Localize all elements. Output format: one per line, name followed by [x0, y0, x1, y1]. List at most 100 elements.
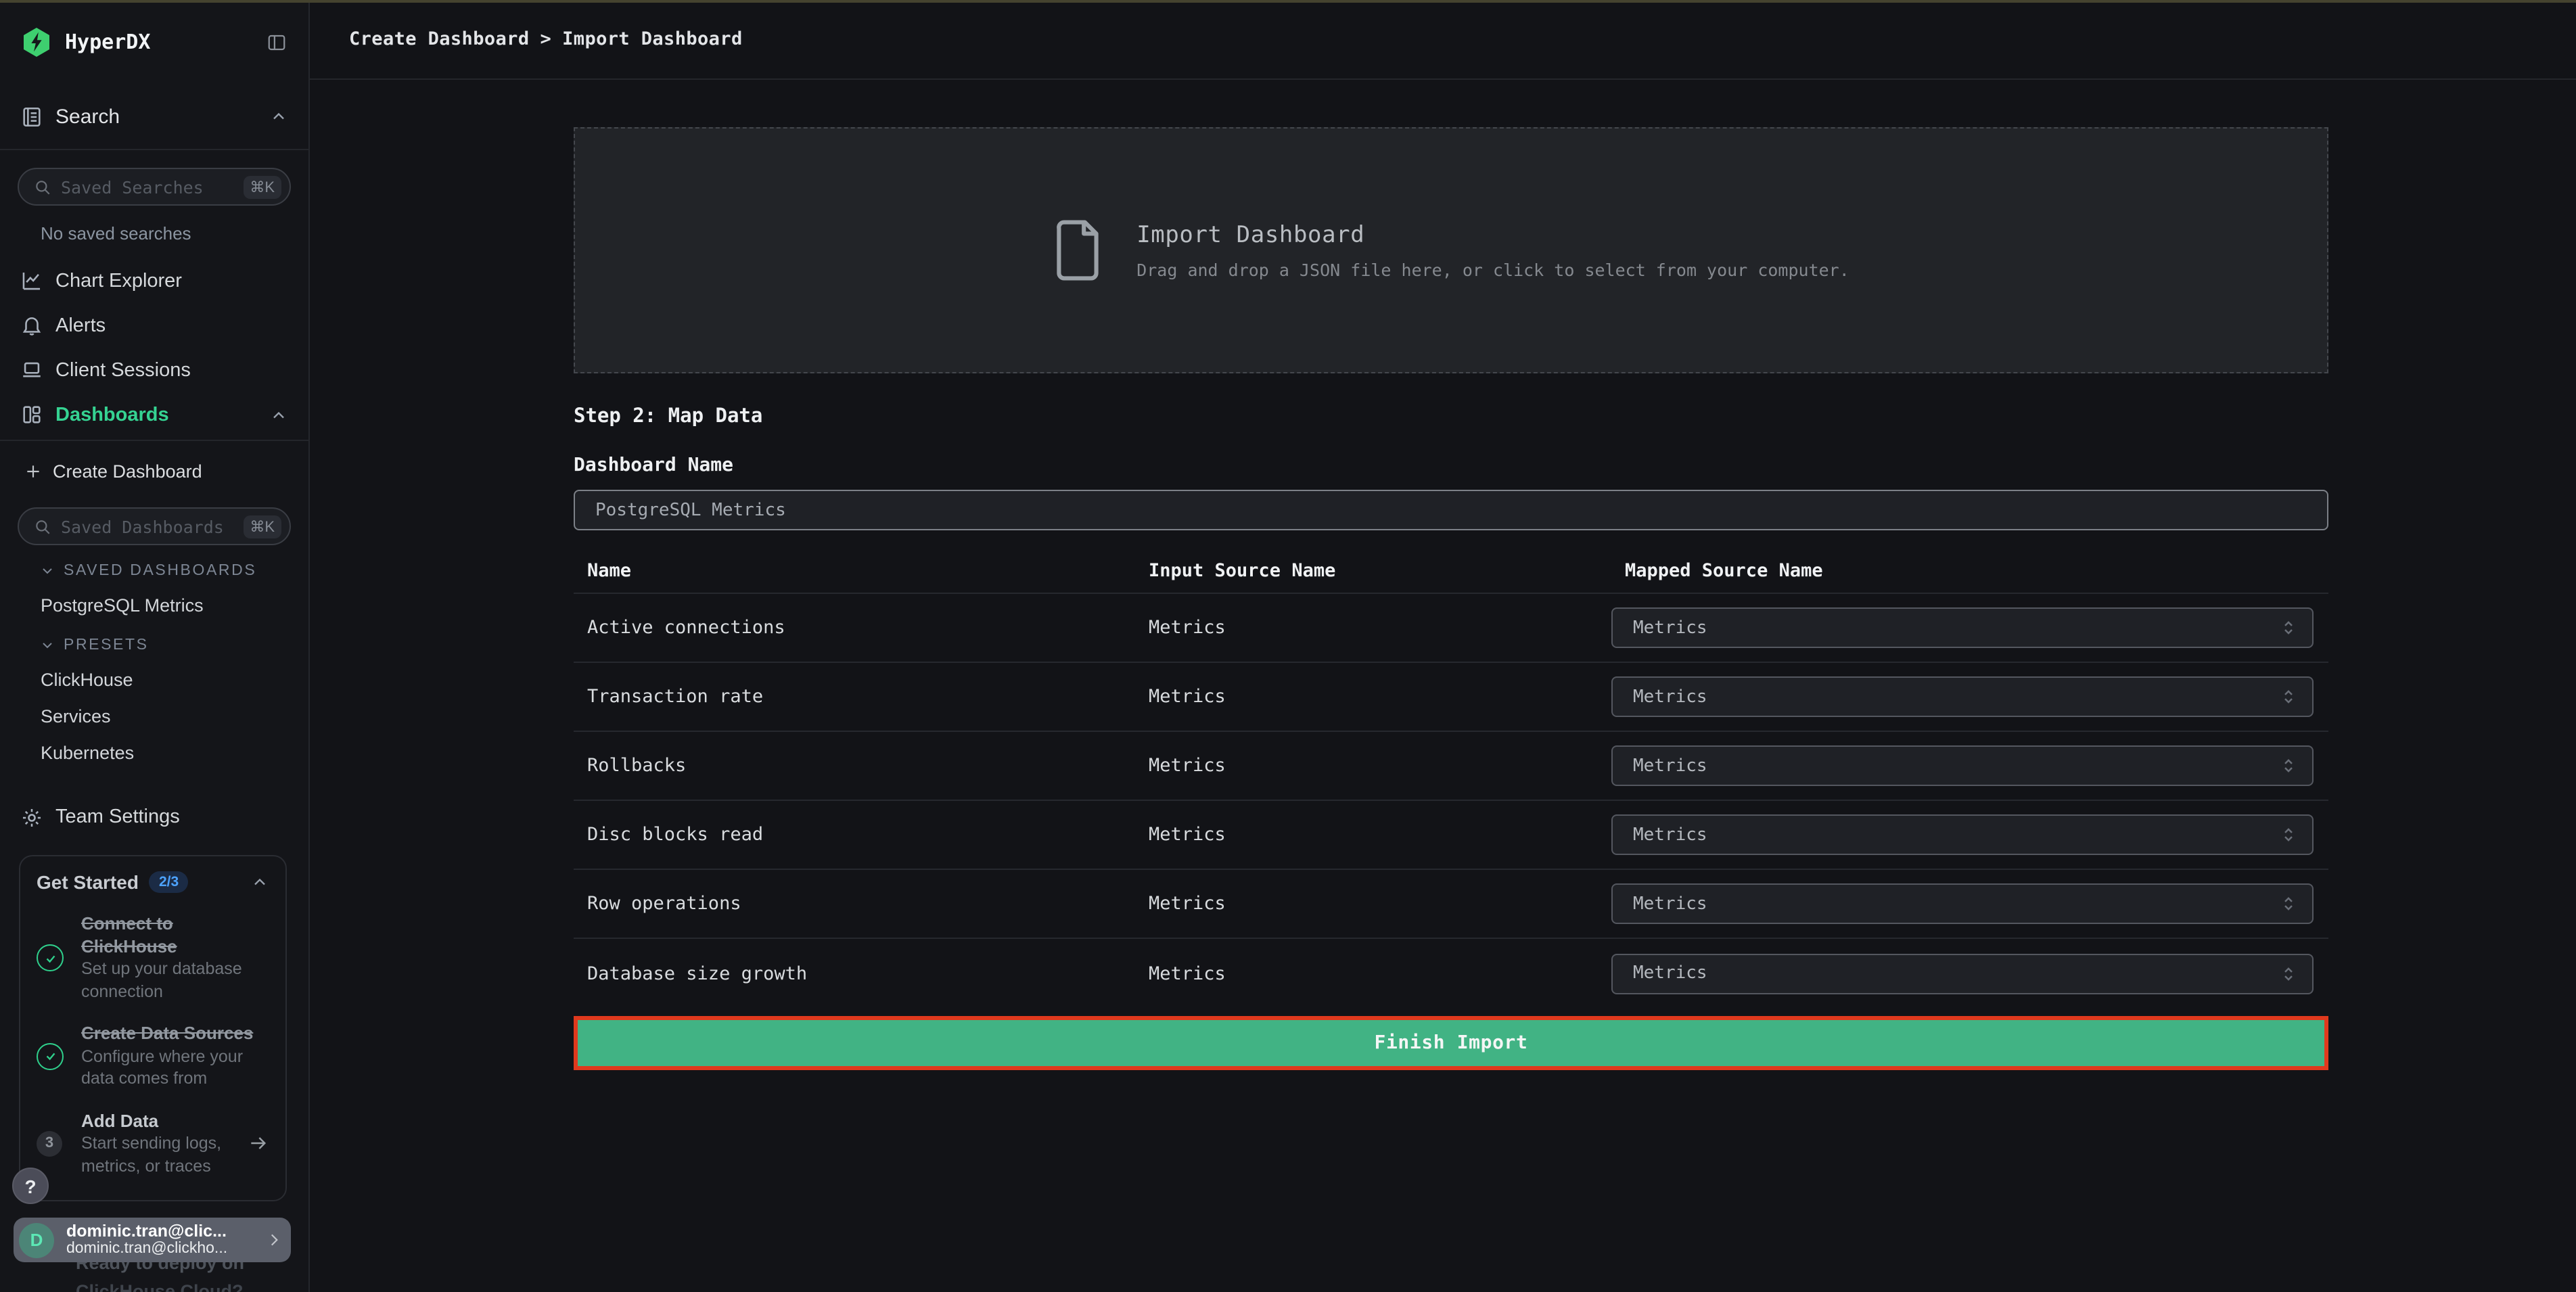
- sidebar-item-alerts[interactable]: Alerts: [0, 303, 308, 348]
- table-row: Row operations Metrics Metrics: [574, 870, 2328, 939]
- selected-value: Metrics: [1633, 894, 1707, 914]
- mapping-table: Name Input Source Name Mapped Source Nam…: [574, 549, 2328, 1008]
- mapped-source-select[interactable]: Metrics: [1611, 607, 2314, 648]
- task-title: Add Data: [81, 1110, 248, 1132]
- dashboard-item-postgresql-metrics[interactable]: PostgreSQL Metrics: [41, 595, 308, 616]
- table-header-row: Name Input Source Name Mapped Source Nam…: [574, 549, 2328, 594]
- user-menu[interactable]: D dominic.tran@clic... dominic.tran@clic…: [14, 1218, 291, 1262]
- divider: [0, 440, 308, 441]
- selected-value: Metrics: [1633, 963, 1707, 984]
- task-desc: Configure where your data comes from: [81, 1045, 269, 1090]
- sidebar-collapse-icon[interactable]: [265, 32, 288, 52]
- chevron-up-icon: [250, 873, 269, 892]
- nav-label: Chart Explorer: [55, 270, 288, 292]
- selected-value: Metrics: [1633, 825, 1707, 845]
- input-source-name: Metrics: [1135, 893, 1611, 915]
- magnifier-icon: [34, 517, 51, 535]
- laptop-icon: [20, 359, 43, 382]
- finish-import-button[interactable]: Finish Import: [574, 1016, 2328, 1070]
- dropzone-texts: Import Dashboard Drag and drop a JSON fi…: [1136, 221, 1849, 279]
- mapped-source-select[interactable]: Metrics: [1611, 953, 2314, 994]
- file-dropzone[interactable]: Import Dashboard Drag and drop a JSON fi…: [574, 127, 2328, 373]
- sidebar-item-chart-explorer[interactable]: Chart Explorer: [0, 258, 308, 303]
- sidebar-section-search[interactable]: Search: [0, 92, 308, 141]
- chevron-up-icon: [269, 107, 288, 126]
- nav-label: Alerts: [55, 315, 288, 336]
- select-chevrons-icon: [2278, 963, 2299, 984]
- group-saved-dashboards[interactable]: SAVED DASHBOARDS: [39, 563, 308, 579]
- cmd-k-shortcut: ⌘K: [243, 515, 281, 538]
- table-row: Database size growth Metrics Metrics: [574, 939, 2328, 1008]
- chart-name: Transaction rate: [574, 686, 1135, 708]
- get-started-item-sources[interactable]: Create Data Sources Configure where your…: [37, 1023, 269, 1090]
- input-source-name: Metrics: [1135, 617, 1611, 639]
- avatar: D: [19, 1222, 54, 1258]
- chevron-down-icon: [39, 563, 55, 579]
- sidebar-item-team-settings[interactable]: Team Settings: [0, 798, 308, 836]
- breadcrumb: Create Dashboard>Import Dashboard: [349, 28, 743, 50]
- mapped-source-select[interactable]: Metrics: [1611, 814, 2314, 855]
- input-source-name: Metrics: [1135, 755, 1611, 777]
- select-chevrons-icon: [2278, 825, 2299, 845]
- background-promo-text-2: ClickHouse Cloud?: [76, 1281, 244, 1292]
- preset-item-kubernetes[interactable]: Kubernetes: [41, 743, 308, 763]
- arrow-right-icon: [248, 1133, 269, 1155]
- brand-name: HyperDX: [65, 30, 265, 54]
- breadcrumb-create-dashboard[interactable]: Create Dashboard: [349, 28, 530, 50]
- get-started-header[interactable]: Get Started 2/3: [37, 871, 269, 893]
- chart-name: Rollbacks: [574, 755, 1135, 777]
- help-button[interactable]: ?: [12, 1168, 49, 1204]
- table-row: Rollbacks Metrics Metrics: [574, 732, 2328, 801]
- table-row: Active connections Metrics Metrics: [574, 594, 2328, 663]
- group-presets[interactable]: PRESETS: [39, 637, 308, 653]
- get-started-item-add-data[interactable]: 3 Add Data Start sending logs, metrics, …: [37, 1110, 269, 1177]
- chevron-down-icon: [39, 637, 55, 653]
- mapped-source-select[interactable]: Metrics: [1611, 676, 2314, 717]
- gear-icon: [20, 806, 43, 829]
- line-chart-icon: [20, 269, 43, 292]
- selected-value: Metrics: [1633, 756, 1707, 776]
- sidebar-item-client-sessions[interactable]: Client Sessions: [0, 348, 308, 392]
- breadcrumb-import-dashboard[interactable]: Import Dashboard: [562, 28, 743, 50]
- bell-icon: [20, 314, 43, 337]
- preset-item-services[interactable]: Services: [41, 706, 308, 726]
- plus-icon: [24, 462, 42, 480]
- sidebar-nav: Chart Explorer Alerts Client Sessions Da…: [0, 258, 308, 437]
- preset-item-clickhouse[interactable]: ClickHouse: [41, 670, 308, 690]
- search-section-icon: [20, 105, 43, 128]
- select-chevrons-icon: [2278, 894, 2299, 914]
- step-number-badge: 3: [37, 1131, 62, 1157]
- step-title: Step 2: Map Data: [574, 406, 2328, 428]
- get-started-item-connect[interactable]: Connect to ClickHouse Set up your databa…: [37, 913, 269, 1002]
- selected-value: Metrics: [1633, 618, 1707, 638]
- create-dashboard-label: Create Dashboard: [53, 461, 202, 481]
- app-root: HyperDX Search Saved Searches ⌘K No save…: [0, 0, 2576, 1292]
- group-label: SAVED DASHBOARDS: [64, 563, 256, 579]
- table-row: Transaction rate Metrics Metrics: [574, 663, 2328, 732]
- breadcrumb-separator: >: [530, 28, 563, 50]
- create-dashboard-button[interactable]: Create Dashboard: [12, 455, 308, 487]
- mapped-source-select[interactable]: Metrics: [1611, 745, 2314, 786]
- saved-searches-input[interactable]: Saved Searches ⌘K: [18, 168, 291, 206]
- dropzone-inner: Import Dashboard Drag and drop a JSON fi…: [1053, 219, 1849, 281]
- sidebar-item-dashboards[interactable]: Dashboards: [0, 392, 308, 437]
- select-chevrons-icon: [2278, 756, 2299, 776]
- file-icon: [1053, 219, 1103, 281]
- column-header-name: Name: [574, 560, 1135, 582]
- dashboards-grid-icon: [20, 403, 43, 426]
- progress-badge: 2/3: [150, 871, 188, 893]
- chart-name: Active connections: [574, 617, 1135, 639]
- dashboard-name-label: Dashboard Name: [574, 455, 2328, 476]
- saved-dashboards-input[interactable]: Saved Dashboards ⌘K: [18, 507, 291, 545]
- no-saved-searches-text: No saved searches: [41, 223, 308, 244]
- chevron-right-icon: [265, 1231, 283, 1249]
- chart-name: Database size growth: [574, 963, 1135, 984]
- mapped-source-select[interactable]: Metrics: [1611, 883, 2314, 924]
- import-content: Import Dashboard Drag and drop a JSON fi…: [574, 80, 2328, 1070]
- breadcrumb-bar: Create Dashboard>Import Dashboard: [310, 0, 2576, 80]
- selected-value: Metrics: [1633, 687, 1707, 707]
- dashboard-name-input[interactable]: [574, 490, 2328, 530]
- main-area: Create Dashboard>Import Dashboard Import…: [310, 0, 2576, 1292]
- task-desc: Start sending logs, metrics, or traces: [81, 1132, 248, 1177]
- task-title: Connect to ClickHouse: [81, 913, 269, 958]
